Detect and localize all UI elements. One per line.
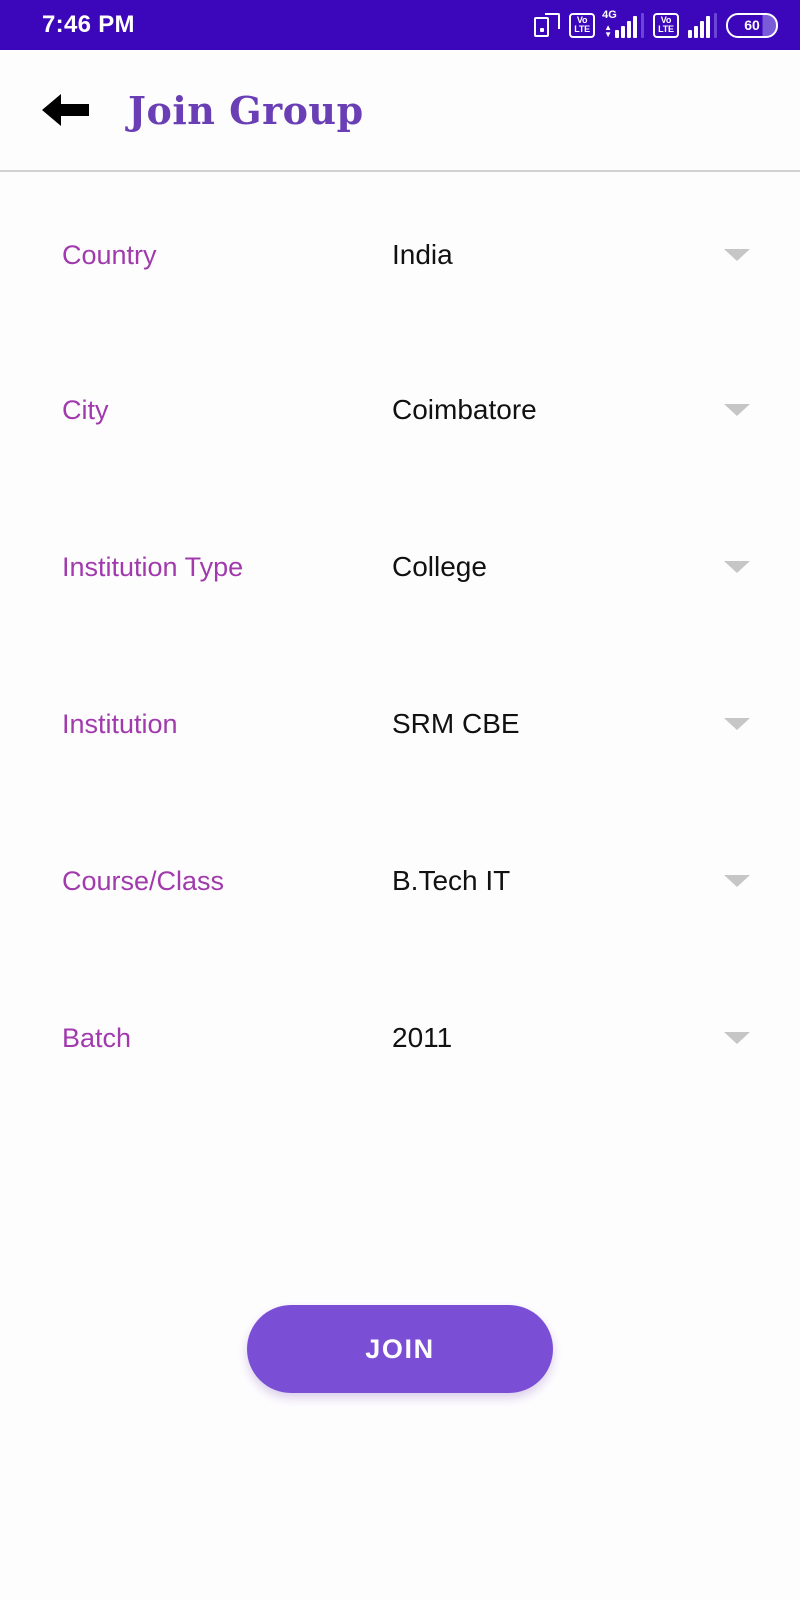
- volte-sim2-icon: Vo LTE: [653, 12, 679, 38]
- field-row-course-class[interactable]: Course/Class B.Tech IT: [0, 802, 800, 959]
- field-row-institution-type[interactable]: Institution Type College: [0, 488, 800, 645]
- join-group-form: Country India City Coimbatore Institutio…: [0, 174, 800, 1116]
- chevron-down-icon[interactable]: [724, 874, 750, 887]
- chevron-down-icon[interactable]: [724, 1031, 750, 1044]
- page-title: Join Group: [128, 87, 364, 133]
- signal-sim2-icon: [688, 12, 717, 38]
- status-bar-clock: 7:46 PM: [42, 11, 135, 38]
- field-row-batch[interactable]: Batch 2011: [0, 959, 800, 1116]
- field-label-institution: Institution: [62, 708, 178, 739]
- status-bar-icons: Vo LTE 4G ▲ ▼ Vo LTE 60: [534, 9, 778, 38]
- chevron-down-icon[interactable]: [724, 248, 750, 261]
- join-group-screen: 7:46 PM Vo LTE 4G ▲ ▼ Vo LTE 60 Join Gro…: [0, 0, 800, 1600]
- field-value-institution: SRM CBE: [392, 707, 520, 739]
- field-value-course-class: B.Tech IT: [392, 864, 511, 896]
- signal-sim1-icon: 4G ▲ ▼: [602, 9, 644, 38]
- field-label-country: Country: [62, 239, 157, 270]
- field-label-institution-type: Institution Type: [62, 551, 244, 582]
- arrow-left-icon: [42, 94, 89, 126]
- field-row-country[interactable]: Country India: [0, 174, 800, 331]
- field-value-institution-type: College: [392, 550, 487, 582]
- join-button[interactable]: JOIN: [247, 1305, 553, 1393]
- network-type-label: 4G: [602, 8, 617, 21]
- volte-sim2-bottom: LTE: [658, 24, 674, 34]
- field-row-city[interactable]: City Coimbatore: [0, 331, 800, 488]
- app-bar: Join Group: [0, 50, 800, 172]
- status-bar: 7:46 PM Vo LTE 4G ▲ ▼ Vo LTE 60: [0, 0, 800, 50]
- field-value-batch: 2011: [392, 1021, 453, 1053]
- battery-level-label: 60: [744, 17, 760, 33]
- field-label-batch: Batch: [62, 1022, 132, 1053]
- back-button[interactable]: [28, 73, 102, 147]
- chevron-down-icon[interactable]: [724, 560, 750, 573]
- field-label-city: City: [62, 394, 109, 425]
- volte-sim1-icon: Vo LTE: [569, 12, 596, 38]
- battery-icon: 60: [726, 12, 778, 38]
- volte-sim1-bottom: LTE: [574, 24, 590, 34]
- field-label-course-class: Course/Class: [62, 865, 225, 896]
- chevron-down-icon[interactable]: [724, 403, 750, 416]
- field-value-country: India: [392, 238, 453, 270]
- screen-cast-icon: [534, 12, 561, 37]
- field-row-institution[interactable]: Institution SRM CBE: [0, 645, 800, 802]
- field-value-city: Coimbatore: [392, 393, 537, 425]
- join-button-container: JOIN: [0, 1305, 800, 1393]
- chevron-down-icon[interactable]: [724, 717, 750, 730]
